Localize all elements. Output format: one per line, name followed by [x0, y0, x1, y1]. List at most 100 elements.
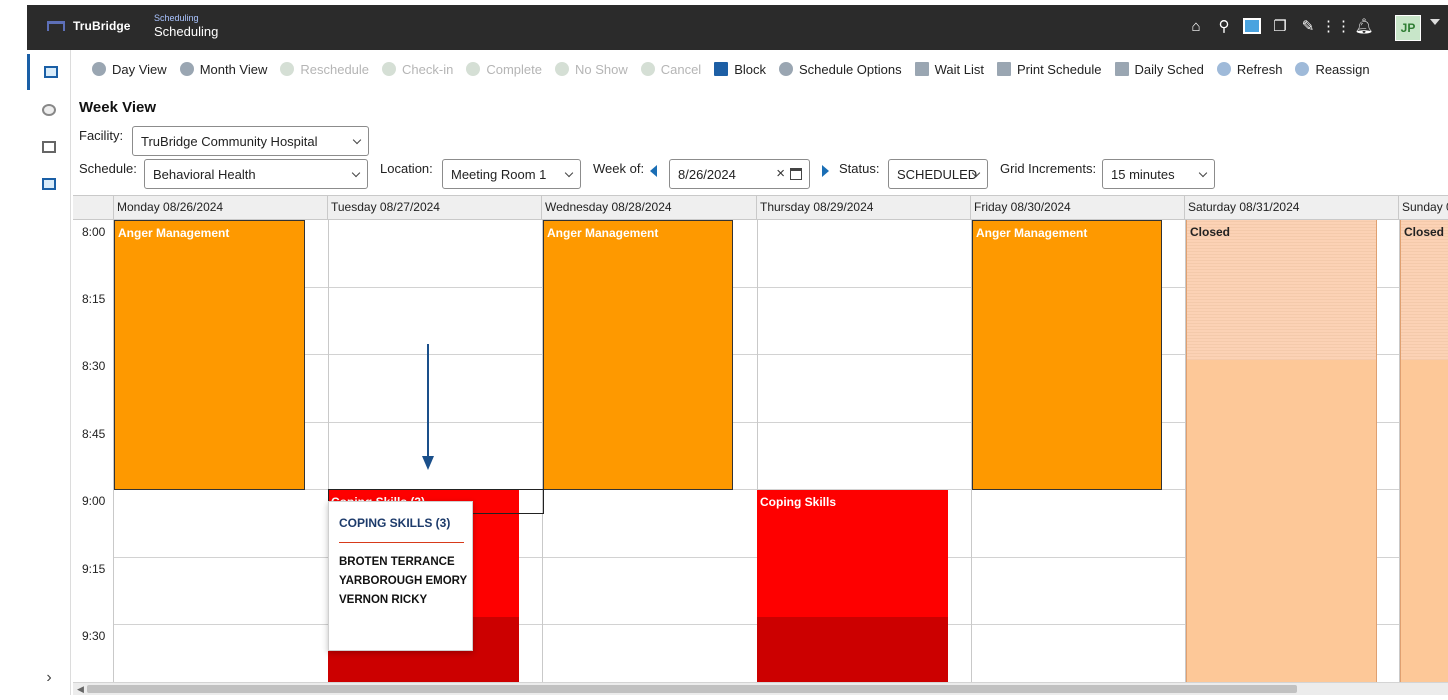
calendar-icon[interactable]	[790, 168, 802, 180]
calendar-icon[interactable]	[1243, 18, 1261, 34]
expand-rail-icon[interactable]: ›	[27, 669, 71, 687]
wait-list-label: Wait List	[934, 61, 984, 77]
schedule-options-button[interactable]: Schedule Options	[778, 62, 902, 77]
chevron-down-icon	[352, 135, 362, 145]
appointment-anger-management-monday[interactable]: Anger Management	[114, 220, 305, 490]
facility-select[interactable]: TruBridge Community Hospital	[132, 126, 369, 156]
block-label: Block	[734, 61, 766, 77]
home-icon[interactable]: ⌂	[1187, 17, 1205, 35]
next-week-icon[interactable]	[822, 165, 829, 177]
print-schedule-button[interactable]: Print Schedule	[996, 62, 1102, 77]
month-view-button[interactable]: Month View	[179, 61, 268, 77]
horizontal-scrollbar[interactable]: ◀	[73, 682, 1448, 695]
previous-week-icon[interactable]	[650, 165, 657, 177]
appointment-anger-management-wednesday[interactable]: Anger Management	[543, 220, 733, 490]
scrollbar-thumb[interactable]	[87, 685, 1297, 693]
schedule-value: Behavioral Health	[153, 166, 256, 182]
day-header-friday[interactable]: Friday 08/30/2024	[971, 196, 1185, 220]
month-view-label: Month View	[199, 61, 268, 77]
rail-item-reports[interactable]	[27, 129, 71, 165]
grid-increments-value: 15 minutes	[1111, 166, 1175, 182]
calendar-icon	[43, 66, 58, 78]
week-of-date-input[interactable]: 8/26/2024 ×	[669, 159, 810, 189]
attendee-name[interactable]: BROTEN TERRANCE	[339, 556, 462, 568]
schedule-label: Schedule:	[79, 161, 137, 176]
annotation-arrow-line	[427, 344, 429, 458]
day-header-monday[interactable]: Monday 08/26/2024	[114, 196, 328, 220]
reassign-label: Reassign	[1315, 61, 1370, 77]
brand-mark-icon	[47, 21, 65, 31]
time-label: 9:00	[73, 489, 114, 557]
bell-icon[interactable]: 🔔︎	[1354, 17, 1373, 35]
closed-hatch	[1401, 220, 1448, 360]
grid-icon	[1114, 62, 1129, 76]
cancel-button[interactable]: Cancel	[640, 61, 702, 77]
reschedule-button[interactable]: Reschedule	[280, 62, 369, 77]
reschedule-icon	[280, 62, 295, 76]
calendar-icon	[42, 178, 56, 190]
user-avatar[interactable]: JP	[1395, 15, 1421, 41]
appointment-attendees-popup: COPING SKILLS (3) BROTEN TERRANCE YARBOR…	[328, 501, 473, 651]
week-of-value: 8/26/2024	[678, 166, 736, 182]
cancel-label: Cancel	[660, 61, 702, 77]
facility-value: TruBridge Community Hospital	[141, 133, 318, 149]
status-select[interactable]: SCHEDULED	[888, 159, 988, 189]
time-label: 8:15	[73, 287, 114, 354]
schedule-select[interactable]: Behavioral Health	[144, 159, 368, 189]
grid-increments-label: Grid Increments:	[1000, 161, 1097, 176]
clear-date-icon[interactable]: ×	[776, 165, 785, 182]
documents-icon[interactable]: ❐	[1271, 17, 1289, 35]
closed-label: Closed	[1404, 225, 1445, 239]
appointment-anger-management-friday[interactable]: Anger Management	[972, 220, 1162, 490]
check-in-label: Check-in	[402, 61, 454, 77]
refresh-button[interactable]: Refresh	[1216, 62, 1282, 77]
app-window: TruBridge Scheduling Scheduling ⌂ ⚲ ❐ ✎ …	[0, 0, 1448, 700]
popup-divider	[339, 542, 464, 543]
wait-list-button[interactable]: Wait List	[914, 61, 984, 77]
rail-item-calendar[interactable]	[27, 166, 71, 202]
time-label: 8:30	[73, 354, 114, 422]
rail-item-providers[interactable]	[27, 92, 71, 128]
closed-block-saturday[interactable]: Closed	[1186, 220, 1377, 682]
day-header-saturday[interactable]: Saturday 08/31/2024	[1185, 196, 1399, 220]
refresh-icon	[1216, 62, 1231, 76]
attendee-name[interactable]: VERNON RICKY	[339, 594, 462, 606]
location-label: Location:	[380, 161, 433, 176]
chevron-down-icon	[351, 168, 361, 178]
day-view-button[interactable]: Day View	[92, 62, 167, 77]
check-in-button[interactable]: Check-in	[382, 62, 453, 77]
day-header-wednesday[interactable]: Wednesday 08/28/2024	[542, 196, 757, 220]
search-icon[interactable]: ⚲	[1215, 17, 1233, 35]
complete-label: Complete	[486, 61, 542, 77]
day-header-thursday[interactable]: Thursday 08/29/2024	[757, 196, 971, 220]
block-button[interactable]: Block	[714, 62, 766, 77]
grid-increments-select[interactable]: 15 minutes	[1102, 159, 1215, 189]
daily-sched-label: Daily Sched	[1134, 61, 1204, 77]
chevron-down-icon	[564, 168, 574, 178]
appointment-coping-skills-thursday[interactable]: Coping Skills	[757, 490, 948, 682]
apps-grid-icon[interactable]: ⋮⋮	[1321, 17, 1351, 35]
closed-block-sunday[interactable]: Closed	[1400, 220, 1448, 682]
magnifier-icon	[179, 62, 194, 76]
attendee-name[interactable]: YARBOROUGH EMORY	[339, 575, 467, 587]
complete-button[interactable]: Complete	[466, 62, 542, 77]
top-bar: TruBridge Scheduling Scheduling ⌂ ⚲ ❐ ✎ …	[27, 5, 1448, 50]
check-icon	[382, 62, 397, 76]
day-header-tuesday[interactable]: Tuesday 08/27/2024	[328, 196, 542, 220]
no-show-button[interactable]: No Show	[554, 62, 628, 77]
time-label: 8:00	[73, 220, 114, 287]
no-show-icon	[554, 62, 569, 76]
location-select[interactable]: Meeting Room 1	[442, 159, 581, 189]
day-header-sunday[interactable]: Sunday 09/01/2024	[1399, 196, 1448, 220]
magnifier-icon	[92, 62, 106, 76]
brand-logo: TruBridge	[47, 19, 131, 33]
status-value: SCHEDULED	[897, 166, 978, 182]
daily-sched-button[interactable]: Daily Sched	[1114, 61, 1204, 77]
rail-item-week-view[interactable]	[27, 54, 71, 90]
people-icon	[42, 104, 56, 116]
reassign-button[interactable]: Reassign	[1295, 61, 1370, 77]
chevron-down-icon[interactable]	[1430, 19, 1440, 25]
block-icon	[714, 62, 729, 76]
scroll-left-icon[interactable]: ◀	[77, 684, 84, 695]
notes-icon[interactable]: ✎	[1299, 17, 1317, 35]
